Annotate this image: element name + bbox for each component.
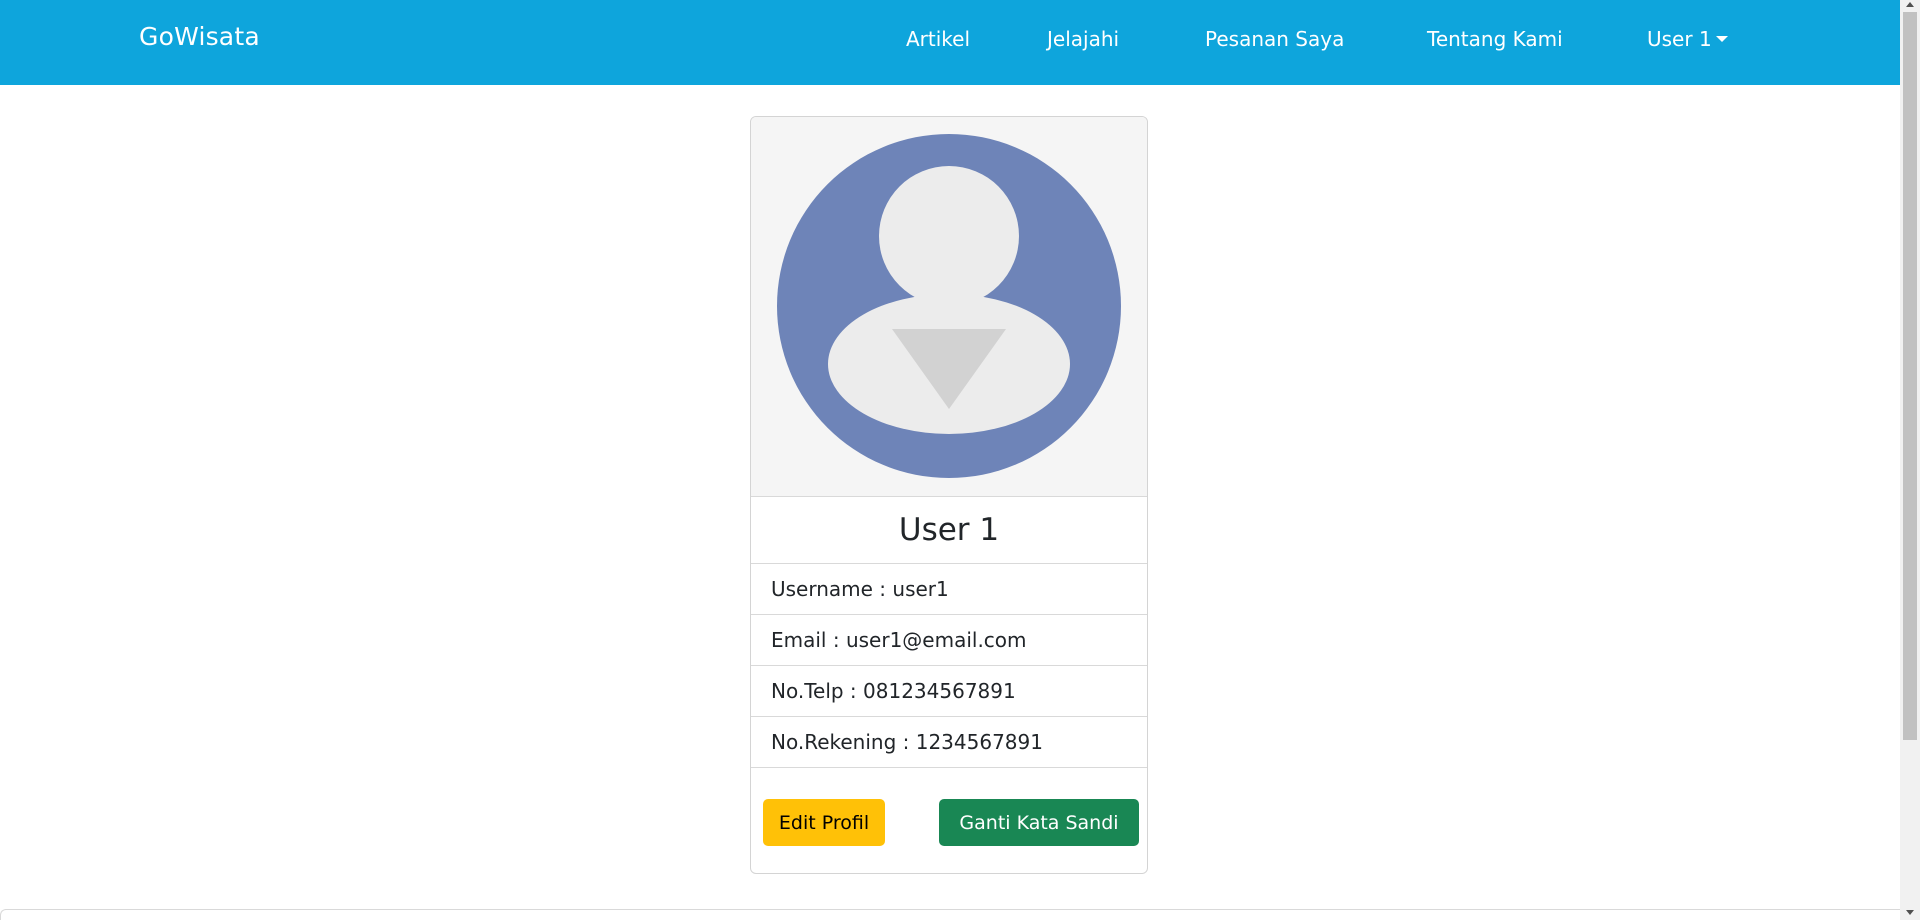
scrollbar-thumb[interactable] (1903, 12, 1917, 740)
nav-link-tentang-kami[interactable]: Tentang Kami (1427, 27, 1563, 51)
edit-profile-button[interactable]: Edit Profil (763, 799, 885, 846)
nav-link-pesanan-saya[interactable]: Pesanan Saya (1205, 27, 1344, 51)
page: GoWisata Artikel Jelajahi Pesanan Saya T… (0, 0, 1920, 920)
user-menu-dropdown[interactable]: User 1 (1647, 27, 1728, 51)
scroll-down-icon[interactable] (1906, 910, 1914, 915)
caret-down-icon (1715, 36, 1728, 42)
profile-image (751, 117, 1147, 497)
navbar: GoWisata Artikel Jelajahi Pesanan Saya T… (0, 0, 1900, 85)
vertical-scrollbar[interactable] (1900, 0, 1920, 920)
bottom-panel-edge (0, 909, 1900, 920)
profile-phone: No.Telp : 081234567891 (751, 666, 1147, 717)
change-password-button[interactable]: Ganti Kata Sandi (939, 799, 1139, 846)
nav-link-artikel[interactable]: Artikel (906, 27, 970, 51)
scroll-up-icon[interactable] (1906, 2, 1914, 7)
profile-username: Username : user1 (751, 564, 1147, 615)
user-menu-label: User 1 (1647, 27, 1712, 51)
profile-email: Email : user1@email.com (751, 615, 1147, 666)
profile-card: User 1 Username : user1 Email : user1@em… (750, 116, 1148, 874)
nav-link-jelajahi[interactable]: Jelajahi (1047, 27, 1119, 51)
profile-bank-account: No.Rekening : 1234567891 (751, 717, 1147, 768)
profile-name: User 1 (751, 497, 1147, 564)
nav-links: Artikel Jelajahi Pesanan Saya Tentang Ka… (0, 0, 1900, 85)
user-avatar-icon (777, 134, 1121, 478)
